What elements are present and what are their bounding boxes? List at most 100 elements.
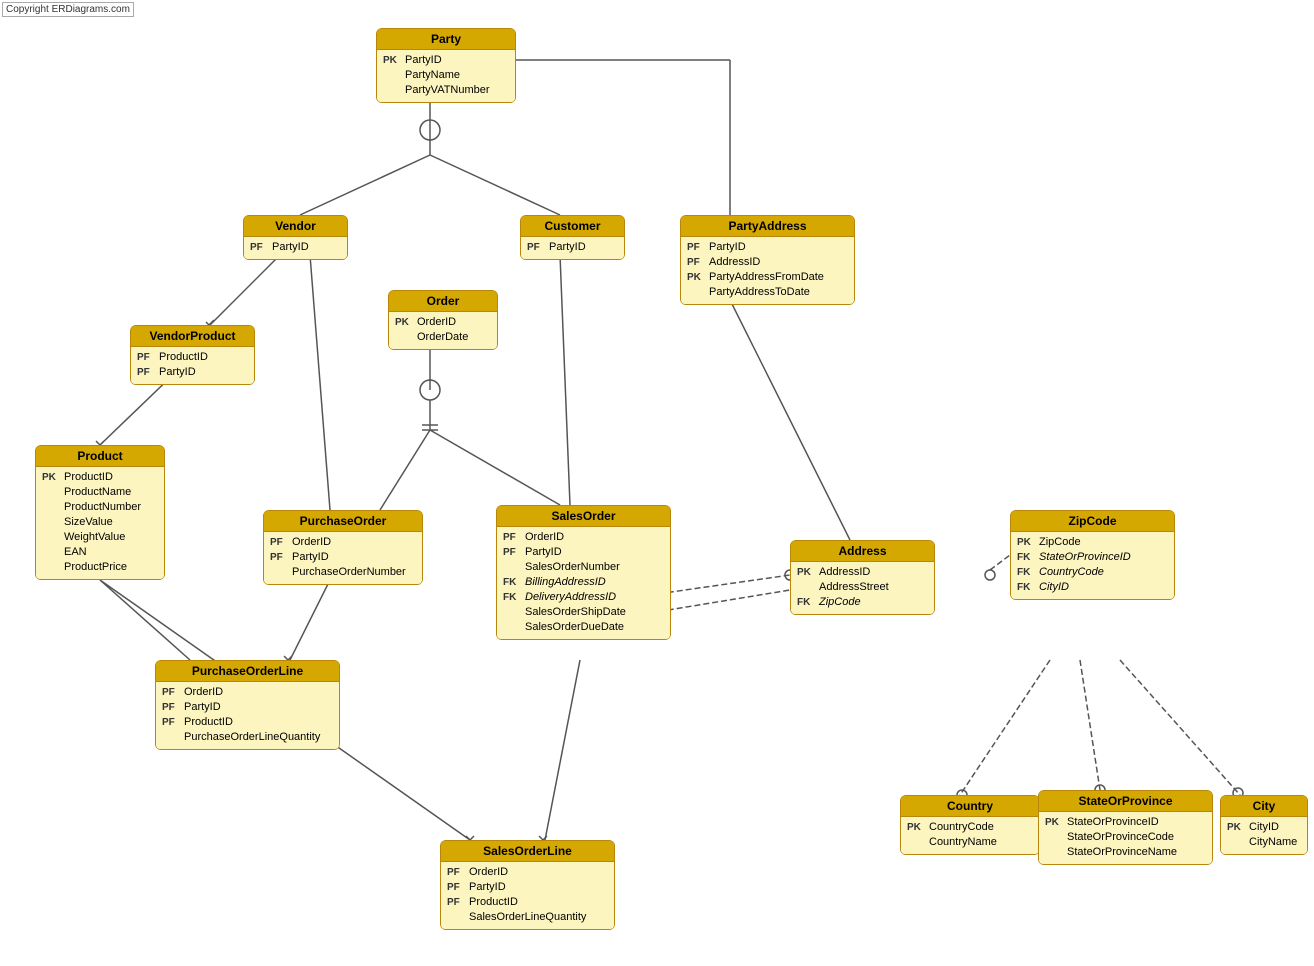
entity-header-partyaddress: PartyAddress — [681, 216, 854, 237]
entity-row: SalesOrderDueDate — [503, 620, 664, 635]
entity-header-purchaseorder: PurchaseOrder — [264, 511, 422, 532]
entity-country: Country PKCountryCode CountryName — [900, 795, 1040, 855]
entity-body-zipcode: PKZipCode FKStateOrProvinceID FKCountryC… — [1011, 532, 1174, 599]
entity-row: FKCityID — [1017, 580, 1168, 595]
entity-row: OrderDate — [395, 330, 491, 345]
entity-row: PurchaseOrderLineQuantity — [162, 730, 333, 745]
entity-row: FKBillingAddressID — [503, 575, 664, 590]
entity-header-vendor: Vendor — [244, 216, 347, 237]
entity-row: PFPartyID — [137, 365, 248, 380]
entity-row: PFProductID — [447, 895, 608, 910]
entity-salesorderline: SalesOrderLine PFOrderID PFPartyID PFPro… — [440, 840, 615, 930]
entity-partyaddress: PartyAddress PFPartyID PFAddressID PKPar… — [680, 215, 855, 305]
entity-row: PKPartyID — [383, 53, 509, 68]
entity-row: PFPartyID — [503, 545, 664, 560]
entity-order: Order PKOrderID OrderDate — [388, 290, 498, 350]
entity-body-salesorderline: PFOrderID PFPartyID PFProductID SalesOrd… — [441, 862, 614, 929]
entity-row: FKStateOrProvinceID — [1017, 550, 1168, 565]
entity-row: PartyAddressToDate — [687, 285, 848, 300]
entity-row: PartyVATNumber — [383, 83, 509, 98]
entity-row: EAN — [42, 545, 158, 560]
entity-header-address: Address — [791, 541, 934, 562]
entity-row: PFPartyID — [250, 240, 341, 255]
copyright-watermark: Copyright ERDiagrams.com — [2, 2, 134, 17]
entity-row: AddressStreet — [797, 580, 928, 595]
entity-header-vendorproduct: VendorProduct — [131, 326, 254, 347]
entity-body-country: PKCountryCode CountryName — [901, 817, 1039, 854]
entity-body-vendorproduct: PFProductID PFPartyID — [131, 347, 254, 384]
entity-row: PFPartyID — [270, 550, 416, 565]
entity-row: PKCityID — [1227, 820, 1301, 835]
entity-address: Address PKAddressID AddressStreet FKZipC… — [790, 540, 935, 615]
entity-header-order: Order — [389, 291, 497, 312]
entity-row: PFOrderID — [270, 535, 416, 550]
entity-row: PFOrderID — [503, 530, 664, 545]
entity-row: CityName — [1227, 835, 1301, 850]
entity-row: PFPartyID — [687, 240, 848, 255]
entity-row: PurchaseOrderNumber — [270, 565, 416, 580]
entity-product: Product PKProductID ProductName ProductN… — [35, 445, 165, 580]
entity-row: PFOrderID — [447, 865, 608, 880]
entity-row: StateOrProvinceCode — [1045, 830, 1206, 845]
entity-header-product: Product — [36, 446, 164, 467]
entity-body-vendor: PFPartyID — [244, 237, 347, 259]
entity-header-purchaseorderline: PurchaseOrderLine — [156, 661, 339, 682]
entity-body-product: PKProductID ProductName ProductNumber Si… — [36, 467, 164, 579]
entity-row: ProductPrice — [42, 560, 158, 575]
entity-row: PKZipCode — [1017, 535, 1168, 550]
entity-row: StateOrProvinceName — [1045, 845, 1206, 860]
entity-customer: Customer PFPartyID — [520, 215, 625, 260]
entity-zipcode: ZipCode PKZipCode FKStateOrProvinceID FK… — [1010, 510, 1175, 600]
entity-body-stateorprovince: PKStateOrProvinceID StateOrProvinceCode … — [1039, 812, 1212, 864]
entity-row: PFPartyID — [447, 880, 608, 895]
entity-purchaseorder: PurchaseOrder PFOrderID PFPartyID Purcha… — [263, 510, 423, 585]
entity-header-country: Country — [901, 796, 1039, 817]
entity-header-zipcode: ZipCode — [1011, 511, 1174, 532]
entity-body-order: PKOrderID OrderDate — [389, 312, 497, 349]
entity-row: FKZipCode — [797, 595, 928, 610]
entity-row: WeightValue — [42, 530, 158, 545]
entity-stateorprovince: StateOrProvince PKStateOrProvinceID Stat… — [1038, 790, 1213, 865]
entity-row: ProductNumber — [42, 500, 158, 515]
entity-row: PFOrderID — [162, 685, 333, 700]
entity-header-party: Party — [377, 29, 515, 50]
entity-row: FKDeliveryAddressID — [503, 590, 664, 605]
entity-row: PKProductID — [42, 470, 158, 485]
entity-party: Party PKPartyID PartyName PartyVATNumber — [376, 28, 516, 103]
entity-row: PKPartyAddressFromDate — [687, 270, 848, 285]
entity-row: SalesOrderNumber — [503, 560, 664, 575]
entity-row: SizeValue — [42, 515, 158, 530]
entity-row: PFAddressID — [687, 255, 848, 270]
entity-header-salesorderline: SalesOrderLine — [441, 841, 614, 862]
entity-row: PKCountryCode — [907, 820, 1033, 835]
entity-header-city: City — [1221, 796, 1307, 817]
entity-row: PartyName — [383, 68, 509, 83]
entity-body-customer: PFPartyID — [521, 237, 624, 259]
entity-row: PFPartyID — [527, 240, 618, 255]
entity-body-city: PKCityID CityName — [1221, 817, 1307, 854]
entity-city: City PKCityID CityName — [1220, 795, 1308, 855]
entity-row: PKAddressID — [797, 565, 928, 580]
entity-body-address: PKAddressID AddressStreet FKZipCode — [791, 562, 934, 614]
entity-header-salesorder: SalesOrder — [497, 506, 670, 527]
entity-purchaseorderline: PurchaseOrderLine PFOrderID PFPartyID PF… — [155, 660, 340, 750]
entity-row: PKStateOrProvinceID — [1045, 815, 1206, 830]
entity-row: SalesOrderLineQuantity — [447, 910, 608, 925]
entity-row: CountryName — [907, 835, 1033, 850]
entity-row: PKOrderID — [395, 315, 491, 330]
entity-row: FKCountryCode — [1017, 565, 1168, 580]
entity-row: PFProductID — [137, 350, 248, 365]
entity-body-purchaseorder: PFOrderID PFPartyID PurchaseOrderNumber — [264, 532, 422, 584]
entity-vendorproduct: VendorProduct PFProductID PFPartyID — [130, 325, 255, 385]
entity-header-customer: Customer — [521, 216, 624, 237]
entity-body-party: PKPartyID PartyName PartyVATNumber — [377, 50, 515, 102]
entity-row: ProductName — [42, 485, 158, 500]
entity-row: PFPartyID — [162, 700, 333, 715]
entity-vendor: Vendor PFPartyID — [243, 215, 348, 260]
entity-body-partyaddress: PFPartyID PFAddressID PKPartyAddressFrom… — [681, 237, 854, 304]
entity-body-purchaseorderline: PFOrderID PFPartyID PFProductID Purchase… — [156, 682, 339, 749]
entity-row: SalesOrderShipDate — [503, 605, 664, 620]
entity-header-stateorprovince: StateOrProvince — [1039, 791, 1212, 812]
entity-salesorder: SalesOrder PFOrderID PFPartyID SalesOrde… — [496, 505, 671, 640]
entity-body-salesorder: PFOrderID PFPartyID SalesOrderNumber FKB… — [497, 527, 670, 639]
